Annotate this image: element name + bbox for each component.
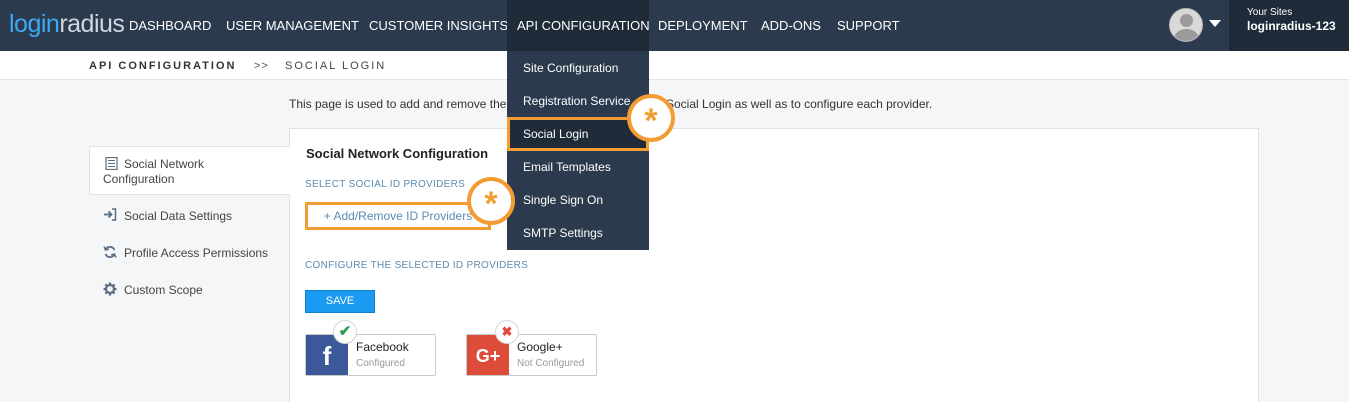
intro-text-tail: Social Login as well as to configure eac… (666, 97, 933, 111)
refresh-icon (103, 245, 117, 259)
breadcrumb: API CONFIGURATION >> SOCIAL LOGIN (0, 51, 1349, 80)
provider-status: Not Configured (517, 358, 585, 369)
nav-support[interactable]: SUPPORT (837, 0, 900, 51)
sidebar-item-label: Social Network (124, 157, 205, 171)
nav-api-configuration[interactable]: API CONFIGURATION (507, 0, 650, 51)
page-title: Social Network Configuration (306, 146, 489, 161)
site-switcher[interactable]: Your Sites loginradius-123 (1229, 0, 1349, 51)
site-name: loginradius-123 (1247, 19, 1336, 33)
sign-in-icon (103, 208, 117, 222)
nav-user-management[interactable]: USER MANAGEMENT (226, 0, 359, 51)
your-sites-label: Your Sites (1247, 7, 1293, 18)
sidebar-item-social-network-configuration[interactable]: Social Network Configuration (89, 146, 290, 195)
breadcrumb-section[interactable]: API CONFIGURATION (89, 60, 236, 72)
sidebar-item-label: Custom Scope (124, 283, 203, 297)
nav-customer-insights[interactable]: CUSTOMER INSIGHTS (369, 0, 508, 51)
gear-icon (103, 282, 117, 296)
add-remove-providers-button[interactable]: + Add/Remove ID Providers (305, 202, 491, 230)
dropdown-item-single-sign-on[interactable]: Single Sign On (523, 193, 603, 207)
select-providers-label: SELECT SOCIAL ID PROVIDERS (305, 179, 466, 190)
breadcrumb-page: SOCIAL LOGIN (285, 60, 387, 72)
asterisk-marker-icon: * (467, 177, 515, 225)
user-avatar-icon[interactable] (1169, 8, 1203, 42)
dropdown-item-social-login[interactable]: Social Login (523, 127, 588, 141)
provider-name: Facebook (356, 340, 409, 354)
breadcrumb-separator: >> (254, 60, 269, 72)
caret-down-icon[interactable] (1209, 20, 1221, 27)
top-nav-bar: loginradius DASHBOARD USER MANAGEMENT CU… (0, 0, 1349, 51)
sidebar-item-label: Social Data Settings (124, 209, 233, 223)
sidebar-item-label-line2: Configuration (103, 172, 175, 186)
sidebar-item-social-data-settings[interactable]: Social Data Settings (89, 207, 290, 227)
sidebar-item-label: Profile Access Permissions (124, 246, 269, 260)
loginradius-logo[interactable]: loginradius (9, 10, 125, 39)
dropdown-item-site-configuration[interactable]: Site Configuration (523, 61, 618, 75)
save-button[interactable]: SAVE (305, 290, 375, 313)
sidebar-item-custom-scope[interactable]: Custom Scope (89, 281, 290, 301)
nav-dashboard[interactable]: DASHBOARD (129, 0, 211, 51)
not-configured-x-icon: ✖ (495, 320, 519, 344)
intro-text: This page is used to add and remove the (289, 97, 507, 111)
configured-check-icon: ✔ (333, 320, 357, 344)
provider-card-facebook[interactable]: f Facebook Configured (305, 334, 436, 376)
provider-card-google-plus[interactable]: G+ Google+ Not Configured (466, 334, 597, 376)
list-icon (104, 156, 118, 171)
provider-name: Google+ (517, 340, 563, 354)
nav-deployment[interactable]: DEPLOYMENT (658, 0, 748, 51)
provider-status: Configured (356, 358, 405, 369)
sidebar-item-profile-access-permissions[interactable]: Profile Access Permissions (89, 244, 290, 264)
asterisk-marker-icon: * (627, 94, 675, 142)
dropdown-item-smtp-settings[interactable]: SMTP Settings (523, 226, 603, 240)
dropdown-item-registration-service[interactable]: Registration Service (523, 94, 630, 108)
nav-add-ons[interactable]: ADD-ONS (761, 0, 821, 51)
configure-providers-label: CONFIGURE THE SELECTED ID PROVIDERS (305, 260, 529, 271)
dropdown-item-email-templates[interactable]: Email Templates (523, 160, 611, 174)
